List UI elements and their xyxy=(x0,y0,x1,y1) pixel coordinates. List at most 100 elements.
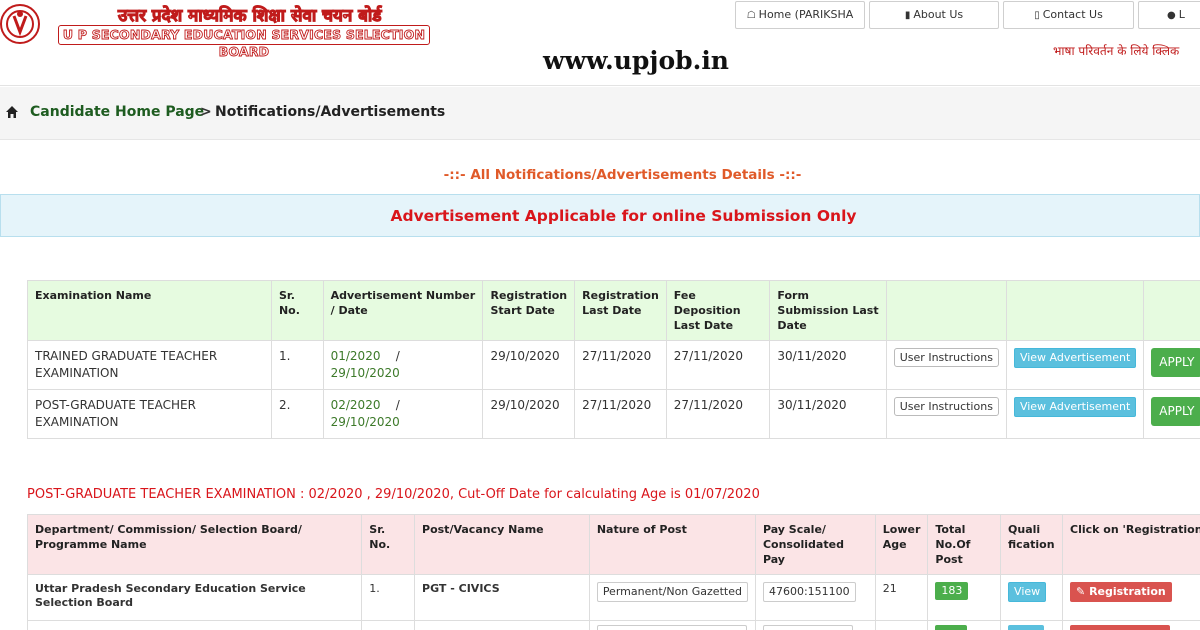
adv-date: 29/10/2020 xyxy=(330,415,400,429)
partial-cell xyxy=(874,620,929,630)
sr-no-cell: 1. xyxy=(270,340,324,390)
board-title-hindi: उत्तर प्रदेश माध्यमिक शिक्षा सेवा चयन बो… xyxy=(117,6,382,27)
partial-field xyxy=(596,625,747,630)
nav-about-label: About Us xyxy=(913,8,964,21)
registration-button[interactable]: ✎ Registration xyxy=(1070,582,1172,602)
post-name-cell[interactable]: PGT - CIVICS xyxy=(414,574,590,621)
col-nature: Nature of Post xyxy=(588,514,756,575)
view-advertisement-button[interactable]: View Advertisement xyxy=(1013,348,1137,368)
pay-field: 47600:151100 xyxy=(762,582,856,602)
col-sr-no: Sr. No. xyxy=(270,280,324,341)
registration-label: Registration xyxy=(1089,585,1166,598)
total-posts-badge: 183 xyxy=(935,582,969,600)
col-adv-number: Advertisement Number / Date xyxy=(322,280,484,341)
instructions-cell: User Instructions xyxy=(885,340,1007,390)
partial-badge xyxy=(935,625,968,630)
form-last-cell: 30/11/2020 xyxy=(769,340,887,390)
board-title-english: U P SECONDARY EDUCATION SERVICES SELECTI… xyxy=(58,25,430,59)
table-header-row: Examination Name Sr. No. Advertisement N… xyxy=(27,280,1200,341)
qualification-cell: View xyxy=(1000,574,1064,621)
adv-number-cell: 01/2020 / 29/10/2020 xyxy=(322,340,484,390)
col-total-posts: Total No.Of Post xyxy=(927,514,1002,575)
nav-login-button[interactable]: ● L xyxy=(1138,1,1200,29)
partial-cell xyxy=(361,620,416,630)
site-header: उत्तर प्रदेश माध्यमिक शिक्षा सेवा चयन बो… xyxy=(0,0,1200,86)
breadcrumb-home-link[interactable]: Candidate Home Page xyxy=(30,104,204,120)
form-last-cell: 30/11/2020 xyxy=(769,389,887,439)
partial-cell xyxy=(1000,620,1064,630)
view-cell: View Advertisement xyxy=(1005,389,1145,439)
table-row: Uttar Pradesh Secondary Education Servic… xyxy=(26,574,1200,621)
apply-cell: APPLY xyxy=(1143,340,1200,390)
col-pay-scale: Pay Scale/ Consolidated Pay xyxy=(754,514,876,575)
col-exam-name: Examination Name xyxy=(27,280,272,341)
col-sr-no: Sr. No. xyxy=(361,514,416,575)
partial-cell xyxy=(26,620,363,630)
col-post-name: Post/Vacancy Name xyxy=(414,514,590,575)
partial-cell xyxy=(414,620,590,630)
language-switch-link[interactable]: भाषा परिवर्तन के लिये क्लिक xyxy=(1053,42,1179,59)
exam-name-cell: POST-GRADUATE TEACHER EXAMINATION xyxy=(27,389,272,439)
view-advertisement-button[interactable]: View Advertisement xyxy=(1013,397,1137,417)
partial-cell xyxy=(754,620,876,630)
advertisements-table: Examination Name Sr. No. Advertisement N… xyxy=(27,280,1200,439)
phone-icon: ▯ xyxy=(1034,10,1040,21)
partial-cell xyxy=(927,620,1002,630)
instructions-cell: User Instructions xyxy=(885,389,1007,439)
qualification-view-button[interactable]: View xyxy=(1008,582,1047,602)
reg-start-cell: 29/10/2020 xyxy=(482,340,576,390)
partial-button xyxy=(1008,625,1045,630)
table-row: POST-GRADUATE TEACHER EXAMINATION 2. 02/… xyxy=(27,389,1200,439)
table-row: TRAINED GRADUATE TEACHER EXAMINATION 1. … xyxy=(27,340,1200,390)
adv-separator: / xyxy=(395,398,400,412)
user-instructions-button[interactable]: User Instructions xyxy=(893,397,999,416)
nav-login-label: L xyxy=(1178,8,1185,21)
nav-contact-button[interactable]: ▯ Contact Us xyxy=(1003,1,1134,29)
reg-start-cell: 29/10/2020 xyxy=(482,389,576,439)
partial-cell xyxy=(588,620,756,630)
adv-number-cell: 02/2020 / 29/10/2020 xyxy=(322,389,484,439)
nature-cell: Permanent/Non Gazetted xyxy=(588,574,756,621)
col-fee-last: Fee Deposition Last Date xyxy=(665,280,771,341)
lower-age-cell: 21 xyxy=(874,574,929,621)
col-form-last: Form Submission Last Date xyxy=(769,280,887,341)
col-instructions xyxy=(885,280,1007,341)
fee-last-cell: 27/11/2020 xyxy=(665,389,771,439)
nav-home-button[interactable]: ☖ Home (PARIKSHA xyxy=(735,1,865,29)
col-view xyxy=(1005,280,1145,341)
notice-bar: Advertisement Applicable for online Subm… xyxy=(0,194,1200,237)
apply-button[interactable]: APPLY xyxy=(1151,348,1200,377)
reg-last-cell: 27/11/2020 xyxy=(574,389,667,439)
department-cell: Uttar Pradesh Secondary Education Servic… xyxy=(26,574,363,621)
user-icon: ● xyxy=(1167,10,1176,21)
apply-cell: APPLY xyxy=(1143,389,1200,439)
fee-last-cell: 27/11/2020 xyxy=(665,340,771,390)
total-posts-cell: 183 xyxy=(927,574,1002,621)
apply-button[interactable]: APPLY xyxy=(1151,397,1200,426)
pay-cell: 47600:151100 xyxy=(754,574,876,621)
partial-cell xyxy=(1062,620,1200,630)
home-icon[interactable] xyxy=(5,105,19,119)
home-icon: ☖ xyxy=(746,10,756,21)
col-lower-age: Lower Age xyxy=(874,514,929,575)
sr-no-cell: 2. xyxy=(270,389,324,439)
nav-about-button[interactable]: ▮ About Us xyxy=(869,1,999,29)
exam-name-cell: TRAINED GRADUATE TEACHER EXAMINATION xyxy=(27,340,272,390)
reg-last-cell: 27/11/2020 xyxy=(574,340,667,390)
nav-home-label: Home (PARIKSHA xyxy=(758,8,854,21)
section-title: -::- All Notifications/Advertisements De… xyxy=(443,167,802,183)
sr-no-cell: 1. xyxy=(361,574,416,621)
col-qualification: Quali fication xyxy=(1000,514,1064,575)
adv-number-link[interactable]: 01/2020 xyxy=(331,349,381,363)
notice-text: Advertisement Applicable for online Subm… xyxy=(390,207,857,225)
nature-field: Permanent/Non Gazetted xyxy=(596,582,748,602)
col-apply xyxy=(1143,280,1200,341)
partial-field xyxy=(762,625,853,630)
book-icon: ▮ xyxy=(904,10,911,21)
user-instructions-button[interactable]: User Instructions xyxy=(893,348,999,367)
col-department: Department/ Commission/ Selection Board/… xyxy=(26,514,363,575)
site-url: www.upjob.in xyxy=(543,46,729,75)
adv-number-link[interactable]: 02/2020 xyxy=(331,398,381,412)
adv-separator: / xyxy=(395,349,400,363)
edit-icon: ✎ xyxy=(1076,585,1090,598)
